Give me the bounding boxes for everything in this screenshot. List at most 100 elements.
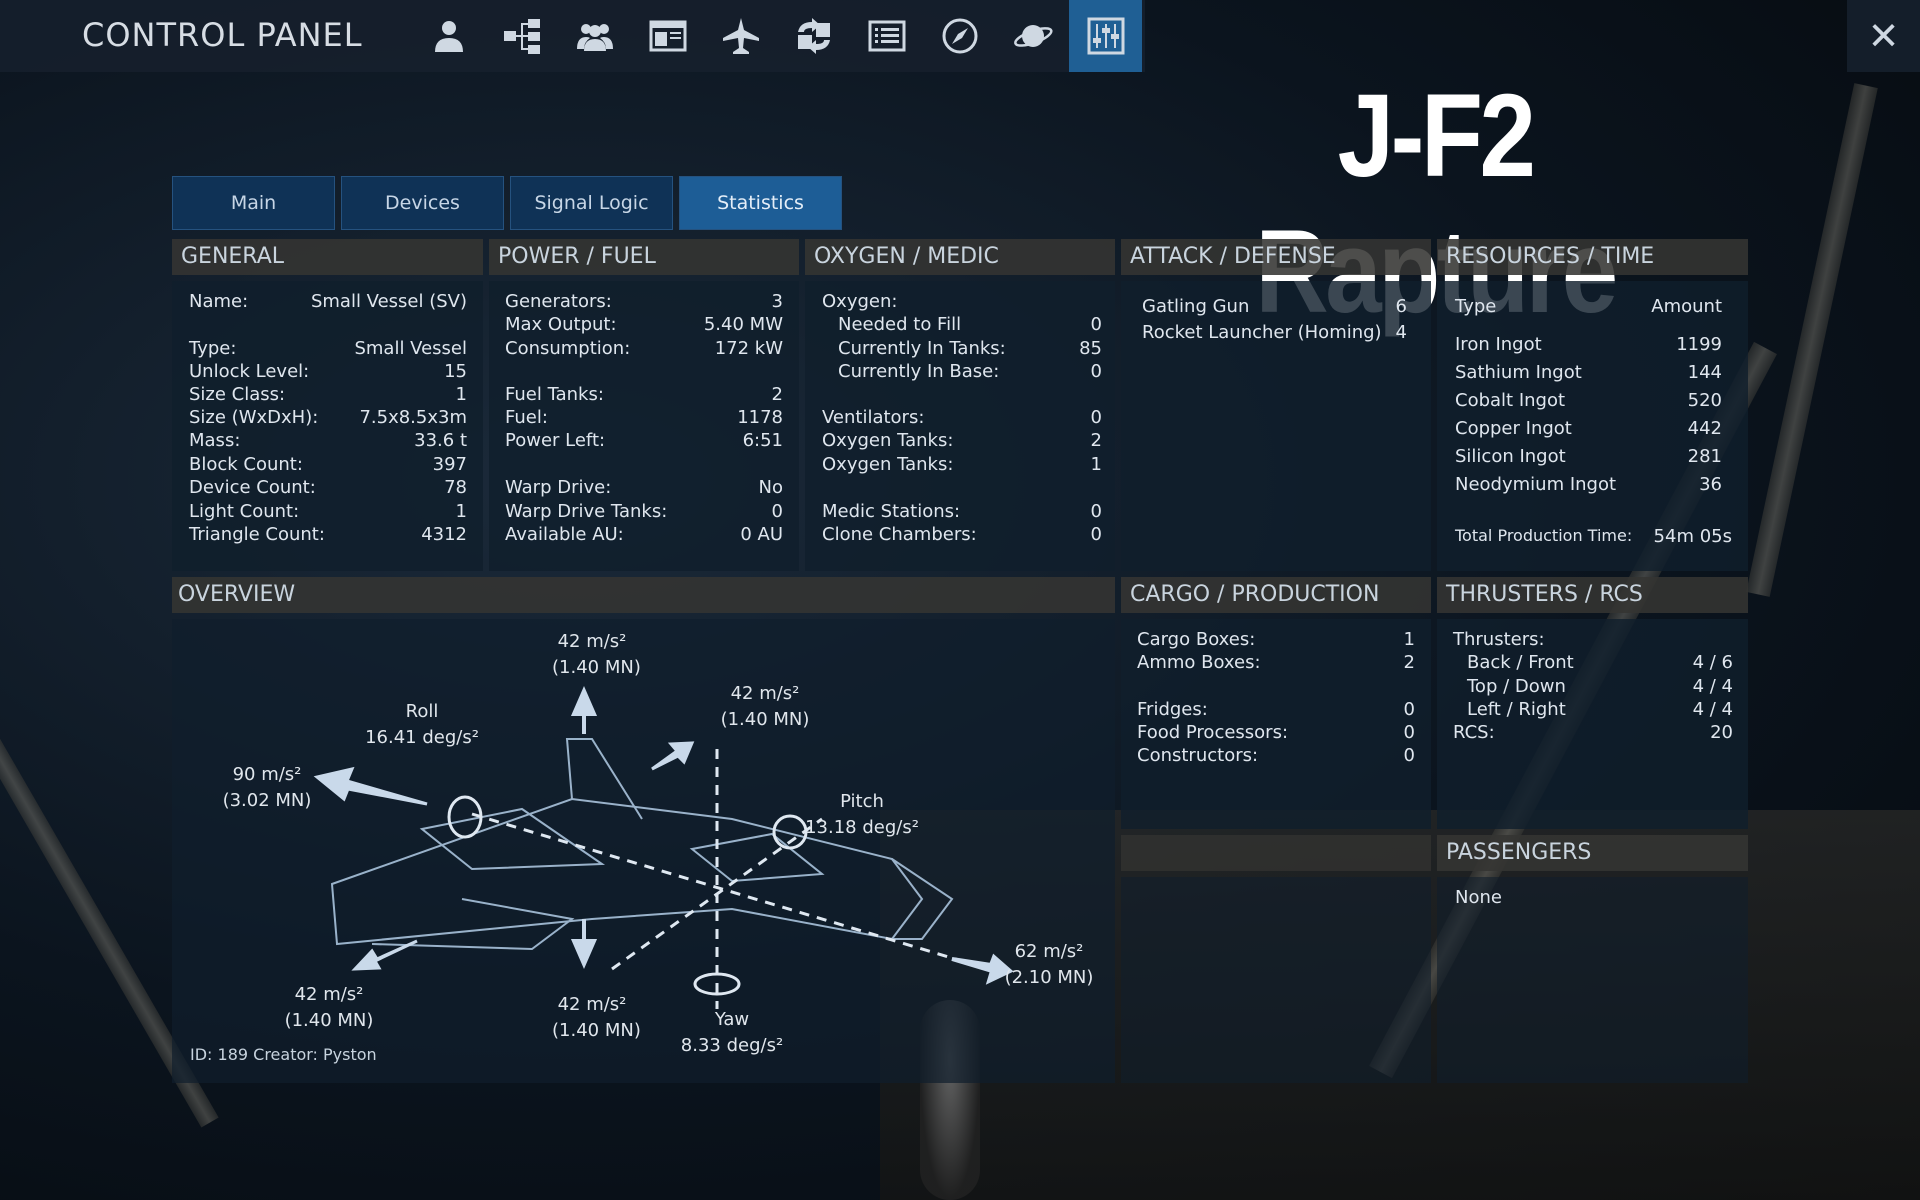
production-time-row: Total Production Time: 54m 05s [1455,526,1732,547]
toolbar-icons [412,0,1142,72]
list-icon[interactable] [850,0,923,72]
stat-row: Fuel Tanks: 2 [505,384,783,405]
structure-tree-icon[interactable] [485,0,558,72]
faction-icon[interactable] [558,0,631,72]
stat-row: Fridges: 0 [1137,699,1415,720]
stat-row: Needed to Fill 0 [838,314,1102,335]
stat-row: Oxygen Tanks: 2 [822,430,1102,451]
stat-row: Block Count: 397 [189,454,467,475]
window-icon[interactable] [631,0,704,72]
resource-row: Iron Ingot 1199 [1455,334,1722,355]
forward-up-thrust-label: 42 m/s² (1.40 MN) [720,683,810,730]
stat-row: Unlock Level: 15 [189,361,467,382]
panel-title: GENERAL [172,239,483,275]
stat-row: Currently In Tanks: 85 [838,338,1102,359]
weapon-row: Rocket Launcher (Homing) 4 [1142,322,1407,343]
weapon-row: Gatling Gun 6 [1142,296,1407,317]
stat-row: Power Left: 6:51 [505,430,783,451]
top-bar: CONTROL PANEL [0,0,1145,72]
down-thrust-label: 42 m/s² (1.40 MN) [552,994,641,1041]
stat-row: Constructors: 0 [1137,745,1415,766]
stat-row: Back / Front 4 / 6 [1467,652,1733,673]
stat-row: Clone Chambers: 0 [822,524,1102,545]
panel-title: RESOURCES / TIME [1437,239,1748,275]
general-panel: GENERAL Name: Small Vessel (SV) Type: Smal… [172,239,483,571]
stat-row: Thrusters: [1453,629,1545,650]
stat-row: Top / Down 4 / 4 [1467,676,1733,697]
oxygen-medic-panel: OXYGEN / MEDIC Oxygen: Needed to Fill 0 C… [805,239,1115,571]
stat-row: Light Count: 1 [189,501,467,522]
stat-row: Fuel: 1178 [505,407,783,428]
resource-row: Cobalt Ingot 520 [1455,390,1722,411]
panel-title: THRUSTERS / RCS [1437,577,1748,613]
left-thrust-label: 90 m/s² (3.02 MN) [222,764,312,811]
passenger-value: None [1455,887,1502,908]
power-fuel-panel: POWER / FUEL Generators: 3 Max Output: 5.4… [489,239,799,571]
control-panel-icon[interactable] [1069,0,1142,72]
close-button[interactable]: ✕ [1847,0,1920,72]
resource-row: Silicon Ingot 281 [1455,446,1722,467]
attack-defense-panel: ATTACK / DEFENSE Gatling Gun 6 Rocket Lau… [1121,239,1431,571]
tab-main[interactable]: Main [172,176,335,230]
thrust-arrow-forward-up [651,741,695,771]
exchange-icon[interactable] [777,0,850,72]
overview-panel: OVERVIEW 42 m/s² (1.40 MN) 42 m/s² (1.40… [172,577,1115,1083]
stat-row: Name: Small Vessel (SV) [189,291,467,312]
yaw-label: Yaw 8.33 deg/s² [680,1009,784,1056]
thrust-arrow-back [951,953,1014,985]
empty-panel-header [1121,835,1431,871]
compass-icon[interactable] [923,0,996,72]
cargo-production-panel: CARGO / PRODUCTION Cargo Boxes: 1 Ammo Bo… [1121,577,1431,1083]
stat-row: Mass: 33.6 t [189,430,467,451]
stat-row: Type: Small Vessel [189,338,467,359]
stat-row: RCS: 20 [1453,722,1733,743]
roll-label: Roll 16.41 deg/s² [365,701,479,748]
thrusters-rcs-panel: THRUSTERS / RCS Thrusters: Back / Front 4… [1437,577,1748,829]
stat-row: Medic Stations: 0 [822,501,1102,522]
stat-row: Oxygen: [822,291,898,312]
pitch-label: Pitch 13.18 deg/s² [805,791,919,838]
stat-row: Generators: 3 [505,291,783,312]
stat-row: Currently In Base: 0 [838,361,1102,382]
thrust-arrow-up [570,685,598,734]
back-thrust-label: 62 m/s² (2.10 MN) [1004,941,1094,988]
tab-signal-logic[interactable]: Signal Logic [510,176,673,230]
thrust-arrow-down [570,919,598,970]
stat-row: Oxygen Tanks: 1 [822,454,1102,475]
stat-row: Size (WxDxH): 7.5x8.5x3m [189,407,467,428]
stat-row: Available AU: 0 AU [505,524,783,545]
stat-row: Max Output: 5.40 MW [505,314,783,335]
panel-title: CARGO / PRODUCTION [1121,577,1431,613]
stat-row: Triangle Count: 4312 [189,524,467,545]
blueprint-id-creator: ID: 189 Creator: Pyston [190,1045,377,1064]
stat-row: Left / Right 4 / 4 [1467,699,1733,720]
stat-row: Ventilators: 0 [822,407,1102,428]
stat-row: Consumption: 172 kW [505,338,783,359]
stat-row: Warp Drive Tanks: 0 [505,501,783,522]
left-down-thrust-label: 42 m/s² (1.40 MN) [284,984,374,1031]
thrust-arrow-left [313,766,428,806]
tab-bar: Main Devices Signal Logic Statistics [172,176,842,230]
cockpit-strut [1746,83,1878,597]
resource-row: Copper Ingot 442 [1455,418,1722,439]
tab-statistics[interactable]: Statistics [679,176,842,230]
up-thrust-label: 42 m/s² (1.40 MN) [552,631,641,678]
roll-rotation-icon [447,795,483,839]
panel-title: POWER / FUEL [489,239,799,275]
panel-title: PASSENGERS [1437,835,1748,871]
resources-time-panel: RESOURCES / TIME Type Amount Iron Ingot 11… [1437,239,1748,571]
stat-row: Food Processors: 0 [1137,722,1415,743]
resource-row: Neodymium Ingot 36 [1455,474,1722,495]
passengers-panel: PASSENGERS None [1437,835,1748,1083]
resource-header: Type Amount [1455,296,1722,317]
planet-icon[interactable] [996,0,1069,72]
stat-row: Size Class: 1 [189,384,467,405]
vessel-icon[interactable] [704,0,777,72]
close-icon: ✕ [1867,14,1900,58]
panel-title: OVERVIEW [172,577,1115,613]
resource-row: Sathium Ingot 144 [1455,362,1722,383]
player-icon[interactable] [412,0,485,72]
stat-row: Ammo Boxes: 2 [1137,652,1415,673]
tab-devices[interactable]: Devices [341,176,504,230]
stat-row: Cargo Boxes: 1 [1137,629,1415,650]
